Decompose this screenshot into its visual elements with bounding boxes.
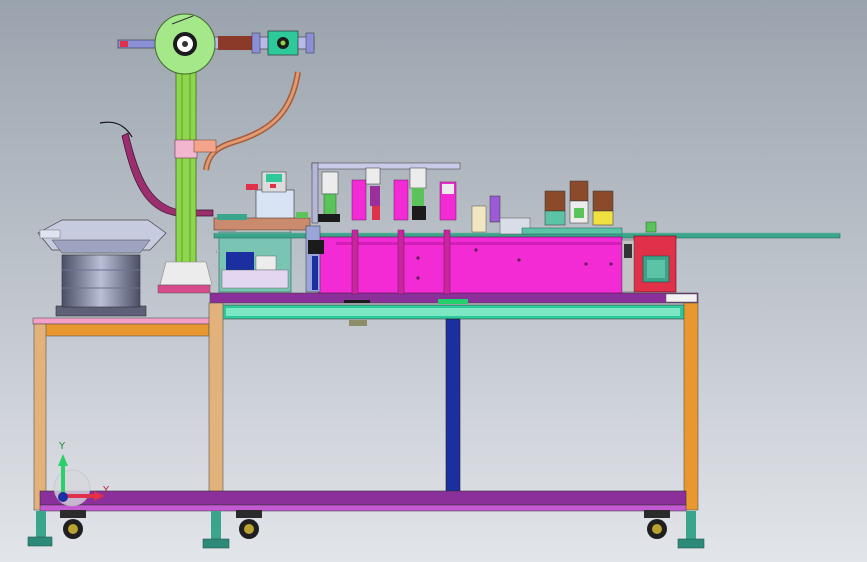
bottom-stretcher-light [39,504,687,512]
left-table-rail [44,323,210,337]
station-gantry [311,162,461,170]
assembly-drawing [0,0,867,562]
cad-viewport[interactable]: Y Y [0,0,867,562]
under-bar-black [344,300,370,303]
machine-body [317,236,623,294]
tower-base-plate [157,284,211,294]
right-station-3[interactable] [592,190,614,226]
right-station-1[interactable] [544,190,566,226]
center-post [445,318,461,492]
main-leg-right [683,302,699,511]
main-table-top-white [665,293,698,303]
main-rail-teal-inner [226,308,680,316]
crimp-head-4[interactable] [439,181,457,221]
left-leg-outer [33,323,47,511]
bottom-stretcher [39,490,687,506]
bowl-base-plate [55,305,147,317]
tower-column [175,69,197,286]
axis-label-x: Y [103,485,110,496]
left-table-top [32,317,212,325]
tower-base [159,261,213,286]
right-station-2[interactable] [569,180,589,224]
main-leg-left [208,302,224,511]
under-bar-green [438,299,468,304]
axis-label-y: Y [59,441,66,452]
tower-clamp [174,139,198,159]
bowl-drive-body [61,254,141,308]
